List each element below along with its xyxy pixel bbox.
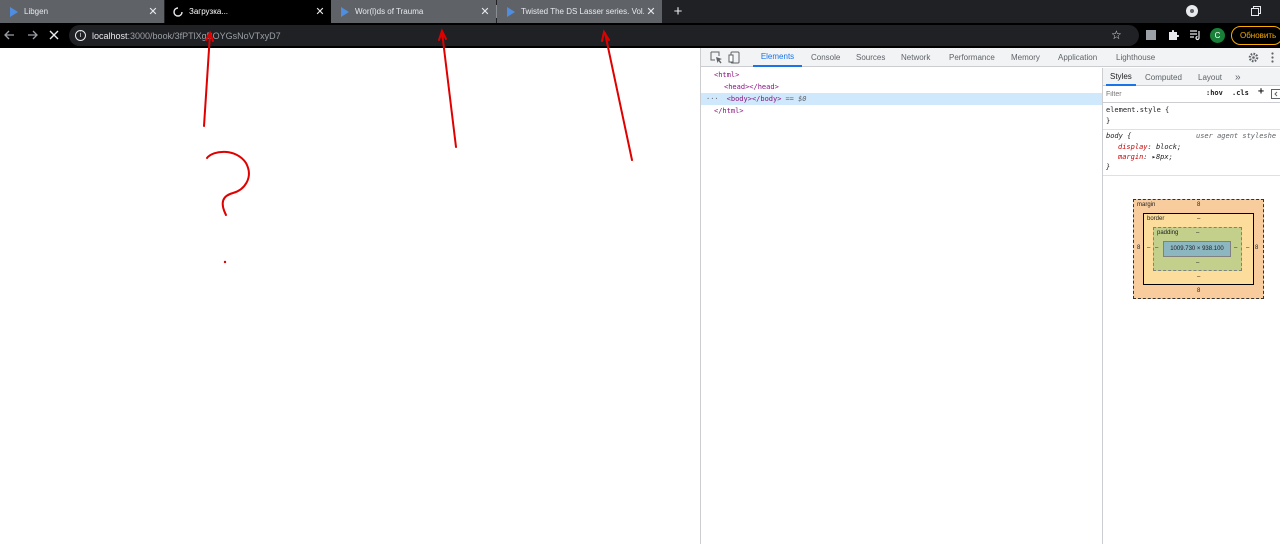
tab-title: Wor(l)ds of Trauma	[355, 7, 424, 16]
hover-state-toggle[interactable]: :hov	[1206, 89, 1223, 97]
close-icon[interactable]: ✕	[313, 5, 327, 19]
css-property-display[interactable]: display: block;	[1118, 143, 1181, 151]
margin-label: margin	[1137, 202, 1156, 208]
element-style-close: }	[1106, 117, 1111, 125]
extension-square-icon[interactable]	[1145, 29, 1157, 41]
more-options-icon[interactable]	[1266, 51, 1279, 64]
margin-bottom-value[interactable]: 8	[1197, 288, 1200, 294]
restore-window-icon[interactable]	[1250, 5, 1262, 17]
border-bottom-value[interactable]: –	[1197, 274, 1200, 280]
devtools-tab-bar: Elements Console Sources Network Perform…	[701, 48, 1280, 67]
close-icon[interactable]: ✕	[478, 5, 492, 19]
tab-elements[interactable]: Elements	[753, 48, 802, 67]
tab-memory[interactable]: Memory	[1011, 48, 1040, 67]
tab-libgen[interactable]: Libgen ✕	[0, 0, 164, 23]
styles-filter-input[interactable]	[1106, 88, 1200, 101]
padding-left-value[interactable]: –	[1155, 245, 1158, 251]
dom-node-html[interactable]: <html>	[701, 69, 1102, 81]
stop-loading-icon[interactable]	[46, 27, 62, 43]
padding-top-value[interactable]: –	[1196, 230, 1199, 236]
computed-sidebar-icon[interactable]	[1271, 89, 1280, 99]
margin-right-value[interactable]: 8	[1255, 245, 1258, 251]
loading-spinner-icon	[173, 6, 183, 17]
bookmark-star-icon[interactable]: ☆	[1111, 28, 1122, 42]
tab-layout[interactable]: Layout	[1198, 68, 1222, 86]
tab-twisted[interactable]: Twisted The DS Lasser series. Vol. ✕	[497, 0, 662, 23]
close-icon[interactable]: ✕	[644, 5, 658, 19]
tab-lighthouse[interactable]: Lighthouse	[1116, 48, 1155, 67]
dom-node-html-close[interactable]: </html>	[701, 105, 1102, 117]
tab-application[interactable]: Application	[1058, 48, 1097, 67]
tab-title: Libgen	[24, 7, 49, 16]
styles-filter-row: :hov .cls +	[1103, 86, 1280, 103]
puzzle-piece-icon[interactable]	[1167, 29, 1179, 41]
border-left-value[interactable]: –	[1147, 245, 1150, 251]
rule-divider	[1103, 175, 1280, 176]
inspect-element-icon[interactable]	[710, 51, 723, 64]
tab-title: Загрузка...	[189, 7, 229, 16]
margin-left-value[interactable]: 8	[1137, 245, 1140, 251]
play-triangle-icon	[339, 6, 349, 17]
box-model-border[interactable]: border – – – – padding – – – – 1009.730 …	[1143, 213, 1254, 285]
body-rule-selector[interactable]: body {	[1106, 132, 1131, 140]
padding-bottom-value[interactable]: –	[1196, 260, 1199, 266]
play-triangle-icon	[505, 6, 515, 17]
box-model-margin[interactable]: margin 8 8 8 8 border – – – – padding – …	[1133, 199, 1264, 299]
play-triangle-icon	[8, 6, 18, 17]
border-right-value[interactable]: –	[1246, 245, 1249, 251]
device-toolbar-icon[interactable]	[728, 51, 741, 64]
tab-worlds-of-trauma[interactable]: Wor(l)ds of Trauma ✕	[331, 0, 496, 23]
padding-right-value[interactable]: –	[1234, 245, 1237, 251]
dom-node-body[interactable]: ··· <body></body> == $0	[701, 93, 1102, 105]
media-control-icon[interactable]	[1186, 5, 1198, 17]
forward-arrow-icon[interactable]	[24, 27, 40, 43]
box-model-padding[interactable]: padding – – – – 1009.730 × 938.100	[1153, 227, 1242, 271]
css-property-margin[interactable]: margin: ▸8px;	[1118, 153, 1173, 161]
devtools-panel: Elements Console Sources Network Perform…	[700, 48, 1280, 544]
margin-top-value[interactable]: 8	[1197, 202, 1200, 208]
node-actions-ellipsis[interactable]: ···	[706, 95, 719, 103]
update-button[interactable]: Обновить	[1231, 26, 1280, 45]
more-tabs-icon[interactable]: »	[1235, 68, 1241, 86]
new-tab-button[interactable]: +	[670, 3, 686, 20]
class-toggle[interactable]: .cls	[1232, 89, 1249, 97]
url-path: :3000/book/3fPTlXgBOYGsNoVTxyD7	[127, 30, 281, 41]
tab-console[interactable]: Console	[811, 48, 840, 67]
tab-computed[interactable]: Computed	[1145, 68, 1182, 86]
styles-pane: Styles Computed Layout » :hov .cls + ele…	[1102, 68, 1280, 544]
styles-tab-bar: Styles Computed Layout »	[1103, 68, 1280, 86]
site-info-icon[interactable]: i	[75, 30, 86, 41]
dom-node-head[interactable]: <head></head>	[701, 81, 1102, 93]
page-viewport	[0, 48, 700, 544]
tab-styles[interactable]: Styles	[1106, 68, 1136, 86]
rule-source: user agent styleshe	[1196, 132, 1277, 140]
body-rule-close: }	[1106, 163, 1111, 171]
close-icon[interactable]: ✕	[146, 5, 160, 19]
element-style-selector[interactable]: element.style {	[1106, 106, 1169, 114]
tab-network[interactable]: Network	[901, 48, 930, 67]
new-rule-button[interactable]: +	[1258, 86, 1264, 97]
rule-divider	[1103, 129, 1280, 130]
url-host: localhost	[92, 30, 128, 41]
dom-tree: <html> <head></head> ··· <body></body> =…	[701, 68, 1102, 544]
tab-loading[interactable]: Загрузка... ✕	[165, 0, 331, 23]
tab-performance[interactable]: Performance	[949, 48, 995, 67]
box-model-content[interactable]: 1009.730 × 938.100	[1163, 241, 1231, 257]
profile-avatar[interactable]: C	[1210, 28, 1225, 43]
media-queue-icon[interactable]	[1189, 29, 1201, 41]
browser-toolbar: i localhost :3000/book/3fPTlXgBOYGsNoVTx…	[0, 23, 1280, 48]
border-top-value[interactable]: –	[1197, 216, 1200, 222]
border-label: border	[1147, 216, 1165, 222]
tab-sources[interactable]: Sources	[856, 48, 885, 67]
tab-title: Twisted The DS Lasser series. Vol.	[521, 7, 644, 16]
back-arrow-icon[interactable]	[1, 27, 17, 43]
address-bar[interactable]: i localhost :3000/book/3fPTlXgBOYGsNoVTx…	[69, 25, 1139, 46]
tab-strip: Libgen ✕ Загрузка... ✕ Wor(l)ds of Traum…	[0, 0, 1280, 23]
settings-gear-icon[interactable]	[1247, 51, 1260, 64]
padding-label: padding	[1157, 230, 1179, 236]
